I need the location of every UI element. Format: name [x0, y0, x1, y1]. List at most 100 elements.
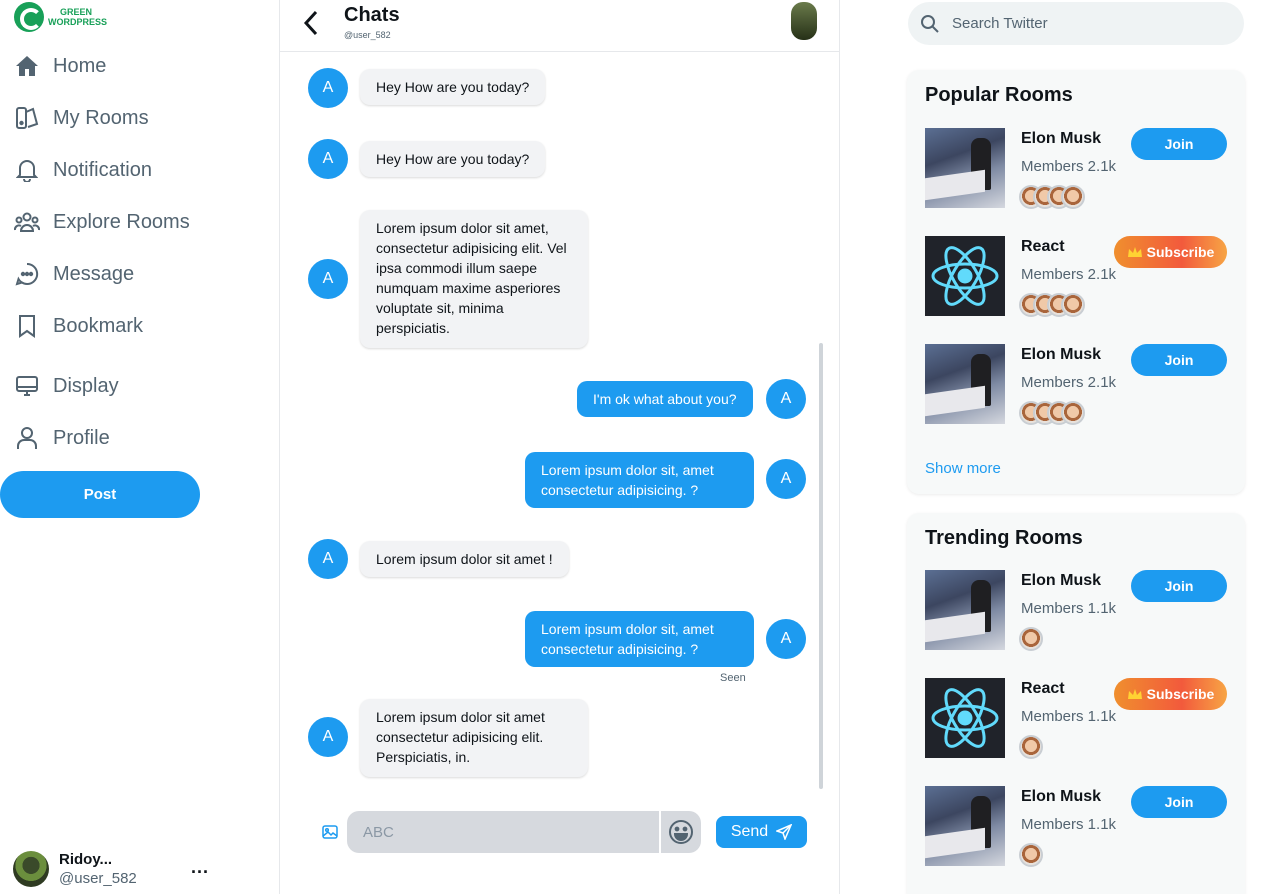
join-button[interactable]: Join	[1131, 786, 1227, 818]
nav-item-explore-rooms[interactable]: Explore Rooms	[14, 196, 190, 248]
search-icon	[920, 14, 940, 34]
nav-label: Explore Rooms	[53, 210, 190, 233]
message-avatar: A	[308, 68, 348, 108]
room-name: Elon Musk	[1021, 130, 1102, 147]
room-thumbnail	[925, 678, 1005, 758]
search-bar[interactable]	[908, 2, 1244, 45]
room-thumbnail	[925, 128, 1005, 208]
message-avatar: A	[766, 459, 806, 499]
room-thumbnail	[925, 786, 1005, 866]
room-name: Elon Musk	[1021, 788, 1102, 805]
room-members: Members 1.1k	[1021, 816, 1117, 833]
room-members: Members 2.1k	[1021, 158, 1117, 175]
nav-label: Display	[53, 374, 119, 397]
message-bubble-outgoing: I'm ok what about you?	[577, 381, 753, 417]
join-button[interactable]: Join	[1131, 570, 1227, 602]
nav-item-profile[interactable]: Profile	[14, 412, 190, 464]
room-name: Elon Musk	[1021, 572, 1102, 589]
nav-item-notification[interactable]: Notification	[14, 144, 190, 196]
join-button[interactable]: Join	[1131, 128, 1227, 160]
emoji-icon[interactable]	[659, 811, 701, 853]
chat-header: Chats @user_582	[280, 0, 839, 52]
message-avatar: A	[766, 619, 806, 659]
image-upload-icon[interactable]	[322, 824, 338, 840]
room-members: Members 1.1k	[1021, 708, 1117, 725]
message-input-wrapper	[347, 811, 701, 853]
room-item[interactable]: React Members 2.1k Subscribe	[925, 236, 1235, 317]
member-avatars	[1019, 735, 1043, 759]
send-button[interactable]: Send	[716, 816, 807, 848]
logo-line-1: GREEN	[60, 7, 93, 17]
member-avatars	[1019, 627, 1043, 651]
logo-line-2: WORDPRESS	[48, 17, 108, 27]
show-more-link[interactable]: Show more	[925, 460, 1001, 477]
message-list: A Hey How are you today? A Hey How are y…	[280, 52, 840, 792]
avatar	[1019, 735, 1043, 759]
bookmark-icon	[14, 313, 40, 339]
right-sidebar: Popular Rooms Elon Musk Members 2.1k Joi…	[840, 0, 1268, 894]
message-bubble-incoming: Hey How are you today?	[360, 141, 546, 177]
chat-panel: Chats @user_582 A Hey How are you today?…	[280, 0, 840, 894]
room-thumbnail	[925, 570, 1005, 650]
back-arrow-icon[interactable]	[300, 8, 322, 38]
react-logo-icon	[931, 246, 999, 306]
message-input[interactable]	[347, 811, 657, 853]
member-avatars	[1019, 185, 1085, 209]
card-title: Popular Rooms	[925, 84, 1073, 106]
rooms-icon	[14, 105, 40, 131]
subscribe-button[interactable]: Subscribe	[1114, 236, 1227, 268]
nav-label: Profile	[53, 426, 110, 449]
join-button[interactable]: Join	[1131, 344, 1227, 376]
more-icon[interactable]: ...	[191, 857, 209, 878]
crown-icon	[1127, 689, 1142, 699]
room-thumbnail	[925, 236, 1005, 316]
logo-text: GREEN WORDPRESS	[48, 7, 107, 27]
room-item[interactable]: Elon Musk Members 2.1k Join	[925, 128, 1235, 209]
avatar	[1061, 185, 1085, 209]
room-name: React	[1021, 680, 1065, 697]
room-item[interactable]: Elon Musk Members 1.1k Join	[925, 786, 1235, 867]
logo[interactable]: GREEN WORDPRESS	[14, 2, 107, 32]
nav-item-home[interactable]: Home	[14, 40, 190, 92]
message-avatar: A	[308, 139, 348, 179]
logo-icon	[14, 2, 44, 32]
message-avatar: A	[308, 717, 348, 757]
account-switcher[interactable]: Ridoy... @user_582 ...	[13, 849, 273, 889]
room-name: Elon Musk	[1021, 346, 1102, 363]
nav-item-message[interactable]: Message	[14, 248, 190, 300]
account-handle: @user_582	[59, 870, 137, 887]
nav-label: My Rooms	[53, 106, 149, 129]
chat-subtitle: @user_582	[344, 30, 391, 40]
nav-item-bookmark[interactable]: Bookmark	[14, 300, 190, 352]
room-item[interactable]: Elon Musk Members 2.1k Join	[925, 344, 1235, 425]
nav-label: Home	[53, 54, 107, 77]
message-bubble-incoming: Hey How are you today?	[360, 69, 546, 105]
monitor-icon	[14, 373, 40, 399]
people-icon	[14, 209, 40, 235]
subscribe-button[interactable]: Subscribe	[1114, 678, 1227, 710]
app: GREEN WORDPRESS Home My Rooms Notificati…	[0, 0, 1268, 894]
subscribe-label: Subscribe	[1146, 244, 1215, 260]
message-avatar: A	[308, 259, 348, 299]
message-bubble-incoming: Lorem ipsum dolor sit amet, consectetur …	[360, 210, 588, 348]
room-item[interactable]: Elon Musk Members 1.1k Join	[925, 570, 1235, 651]
contact-avatar[interactable]	[791, 2, 817, 40]
avatar	[1019, 627, 1043, 651]
search-input[interactable]	[952, 15, 1232, 32]
member-avatars	[1019, 293, 1085, 317]
account-name: Ridoy...	[59, 851, 113, 868]
room-name: React	[1021, 238, 1065, 255]
room-item[interactable]: React Members 1.1k Subscribe	[925, 678, 1235, 759]
post-button[interactable]: Post	[0, 471, 200, 518]
scrollbar[interactable]	[819, 343, 823, 789]
crown-icon	[1127, 247, 1142, 257]
nav-label: Notification	[53, 158, 152, 181]
member-avatars	[1019, 843, 1043, 867]
chat-title: Chats	[344, 4, 400, 26]
send-icon	[776, 824, 793, 840]
nav-item-display[interactable]: Display	[14, 360, 190, 412]
left-sidebar: GREEN WORDPRESS Home My Rooms Notificati…	[0, 0, 280, 894]
subscribe-label: Subscribe	[1146, 686, 1215, 702]
bell-icon	[14, 157, 40, 183]
nav-item-my-rooms[interactable]: My Rooms	[14, 92, 190, 144]
